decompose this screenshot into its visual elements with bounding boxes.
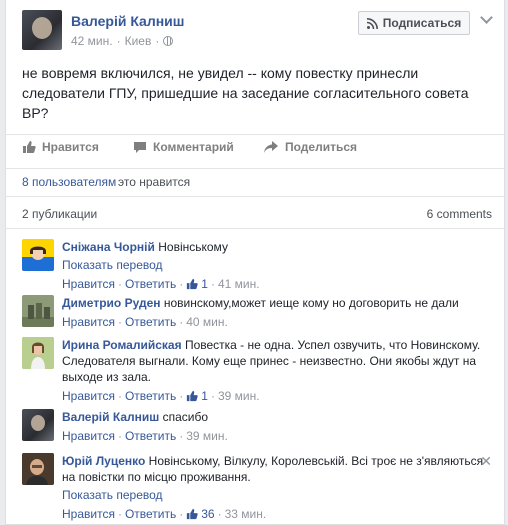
comment-footer: Нравится · Ответить · 1 · 41 мин. xyxy=(62,276,487,292)
thumbs-up-icon xyxy=(23,141,36,153)
comment-body: Валерій Калниш спасибо Нравится · Ответи… xyxy=(62,409,487,444)
like-label: Нравится xyxy=(42,140,99,154)
likes-summary: 8 пользователям это нравится xyxy=(6,168,504,194)
commenter-avatar[interactable] xyxy=(22,239,54,271)
comment-text: Новінському xyxy=(158,240,228,254)
commenter-avatar[interactable] xyxy=(22,409,54,441)
comment-footer: Нравится · Ответить · 40 мин. xyxy=(62,314,487,330)
footer-separator: · xyxy=(217,507,222,521)
comment-likes-count[interactable]: 1 xyxy=(201,276,208,292)
comment-like-link[interactable]: Нравится xyxy=(62,314,115,330)
comment-footer: Нравится · Ответить · 39 мин. xyxy=(62,428,487,444)
comment-time[interactable]: 39 мин. xyxy=(218,388,260,404)
thumbs-up-icon xyxy=(187,278,198,290)
comment-time[interactable]: 41 мин. xyxy=(218,276,260,292)
avatar-illustration xyxy=(22,246,54,271)
likes-count-link[interactable]: 8 пользователям xyxy=(22,175,116,189)
comment-likes-count[interactable]: 1 xyxy=(201,388,208,404)
likes-suffix: это нравится xyxy=(118,175,191,189)
commenter-name[interactable]: Валерій Калниш xyxy=(62,410,159,424)
commenter-name[interactable]: Юрій Луценко xyxy=(62,454,145,468)
footer-separator: · xyxy=(117,277,122,291)
show-translation-link[interactable]: Показать перевод xyxy=(62,487,487,503)
comment-body: Ирина Ромалийская Повестка - не одна. Ус… xyxy=(62,337,487,404)
avatar-illustration xyxy=(22,453,54,485)
comment-likes-count[interactable]: 36 xyxy=(201,506,214,522)
thumbs-up-icon xyxy=(187,508,198,520)
post-card: Валерій Калниш 42 мин. · Киев · Подписат… xyxy=(5,0,505,525)
thumbs-up-icon xyxy=(187,390,198,402)
like-action[interactable]: Нравится xyxy=(22,140,99,154)
avatar-illustration xyxy=(31,415,45,431)
post-meta: 42 мин. · Киев · xyxy=(71,34,174,48)
footer-separator: · xyxy=(179,389,184,403)
meta-separator: · xyxy=(116,34,121,48)
author-name[interactable]: Валерій Калниш xyxy=(71,13,184,29)
comment-action[interactable]: Комментарий xyxy=(133,140,234,154)
commenter-avatar[interactable] xyxy=(22,295,54,327)
comment-like-link[interactable]: Нравится xyxy=(62,428,115,444)
share-action[interactable]: Поделиться xyxy=(263,140,357,154)
post-location[interactable]: Киев xyxy=(125,34,152,48)
meta-separator: · xyxy=(155,34,160,48)
comment-time[interactable]: 33 мин. xyxy=(225,506,267,522)
rss-icon xyxy=(366,17,378,29)
comment-time[interactable]: 39 мин. xyxy=(186,428,228,444)
footer-separator: · xyxy=(117,315,122,329)
post-actions: Нравится Комментарий Поделиться xyxy=(6,134,504,160)
post-time[interactable]: 42 мин. xyxy=(71,34,113,48)
comment-footer: Нравится · Ответить · 1 · 39 мин. xyxy=(62,388,487,404)
comment-reply-link[interactable]: Ответить xyxy=(125,388,176,404)
chevron-down-icon[interactable] xyxy=(480,13,492,25)
publications-link[interactable]: 2 публикации xyxy=(22,207,97,221)
commenter-name[interactable]: Диметрио Руден xyxy=(62,296,160,310)
comment-reply-link[interactable]: Ответить xyxy=(125,506,176,522)
comment-reply-link[interactable]: Ответить xyxy=(125,314,176,330)
post-header: Валерій Калниш 42 мин. · Киев · Подписат… xyxy=(6,0,504,60)
comment-body: Сніжана Чорній Новінському Показать пере… xyxy=(62,239,487,292)
comment-body: Юрій Луценко Новінському, Вілкулу, Корол… xyxy=(62,453,487,522)
comment-reply-link[interactable]: Ответить xyxy=(125,428,176,444)
footer-separator: · xyxy=(179,429,184,443)
footer-separator: · xyxy=(179,277,184,291)
comment-text: спасибо xyxy=(162,410,209,424)
commenter-avatar[interactable] xyxy=(22,453,54,485)
comment-footer: Нравится · Ответить · 36 · 33 мин. xyxy=(62,506,487,522)
footer-separator: · xyxy=(179,507,184,521)
subscribe-label: Подписаться xyxy=(382,16,462,30)
share-label: Поделиться xyxy=(285,140,358,154)
globe-icon xyxy=(163,36,174,46)
comment-text: новинскому,может иеще кому но договорить… xyxy=(163,296,459,310)
share-icon xyxy=(264,141,278,153)
footer-separator: · xyxy=(179,315,184,329)
avatar-illustration xyxy=(22,337,54,369)
footer-separator: · xyxy=(117,507,122,521)
comment-time[interactable]: 40 мин. xyxy=(186,314,228,330)
comment-reply-link[interactable]: Ответить xyxy=(125,276,176,292)
comment-icon xyxy=(134,142,146,153)
footer-separator: · xyxy=(210,389,215,403)
comments-list: Сніжана Чорній Новінському Показать пере… xyxy=(6,228,504,521)
avatar-illustration xyxy=(22,303,54,327)
commenter-name[interactable]: Ирина Ромалийская xyxy=(62,338,182,352)
author-avatar[interactable] xyxy=(22,10,62,50)
close-icon[interactable]: ✕ xyxy=(480,453,492,470)
footer-separator: · xyxy=(117,429,122,443)
footer-separator: · xyxy=(210,277,215,291)
comment-like-link[interactable]: Нравится xyxy=(62,276,115,292)
comment-body: Диметрио Руден новинскому,может иеще ком… xyxy=(62,295,487,330)
comment-like-link[interactable]: Нравится xyxy=(62,388,115,404)
comment-like-link[interactable]: Нравится xyxy=(62,506,115,522)
show-translation-link[interactable]: Показать перевод xyxy=(62,257,487,273)
commenter-avatar[interactable] xyxy=(22,337,54,369)
post-text: не вовремя включился, не увидел -- кому … xyxy=(22,65,469,121)
footer-separator: · xyxy=(117,389,122,403)
subscribe-button[interactable]: Подписаться xyxy=(358,11,470,35)
comments-count-link[interactable]: 6 comments xyxy=(427,207,492,221)
shares-summary: 2 публикации 6 comments xyxy=(6,196,504,228)
comment-label: Комментарий xyxy=(153,140,234,154)
commenter-name[interactable]: Сніжана Чорній xyxy=(62,240,155,254)
